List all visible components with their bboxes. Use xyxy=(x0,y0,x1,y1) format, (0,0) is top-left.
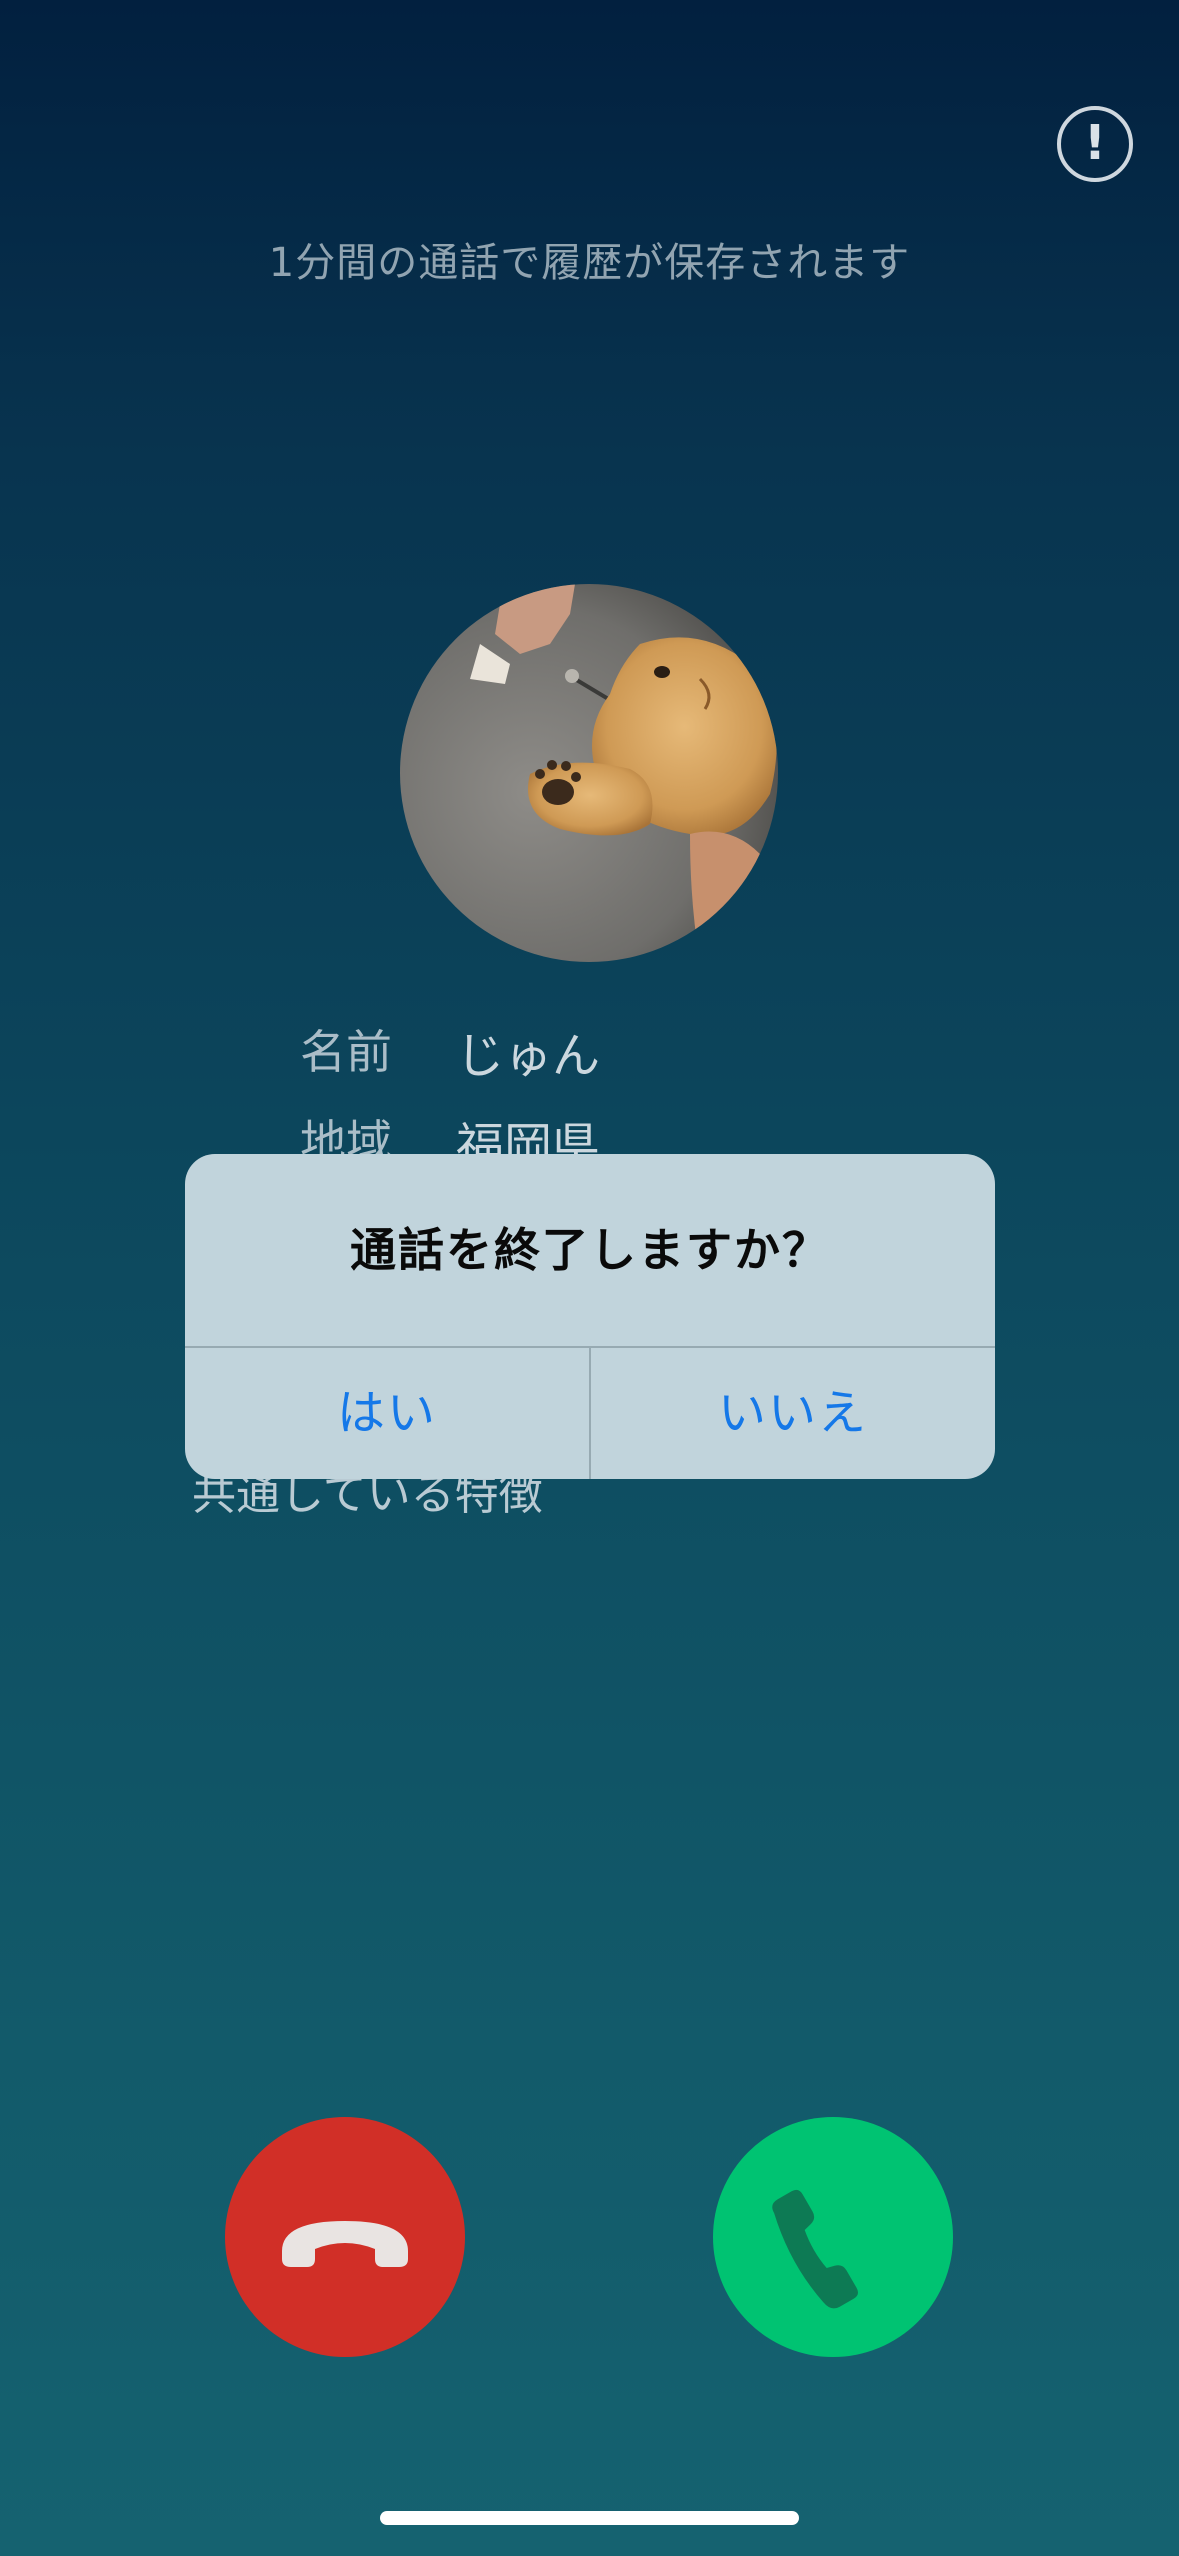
name-label: 名前 xyxy=(300,1025,392,1079)
no-button[interactable]: いいえ xyxy=(591,1347,995,1479)
dialog-title: 通話を終了しますか？ xyxy=(350,1223,830,1277)
name-value: じゅん xyxy=(456,1028,601,1084)
home-indicator xyxy=(380,2511,799,2525)
name-row: 名前 じゅん xyxy=(300,1016,600,1084)
yes-button[interactable]: はい xyxy=(185,1347,589,1479)
hang-up-phone-icon xyxy=(282,2221,408,2267)
save-notice: 1分間の通話で履歴が保存されます xyxy=(268,240,911,286)
accept-call-button[interactable] xyxy=(713,2117,953,2357)
avatar-photo xyxy=(400,584,778,962)
end-call-dialog: 通話を終了しますか？ はい いいえ xyxy=(185,1154,995,1479)
phone-icon xyxy=(772,2189,858,2309)
decline-call-button[interactable] xyxy=(225,2117,465,2357)
avatar xyxy=(400,584,778,962)
info-exclamation-icon: ! xyxy=(1084,115,1106,171)
info-button[interactable]: ! xyxy=(1057,106,1133,182)
